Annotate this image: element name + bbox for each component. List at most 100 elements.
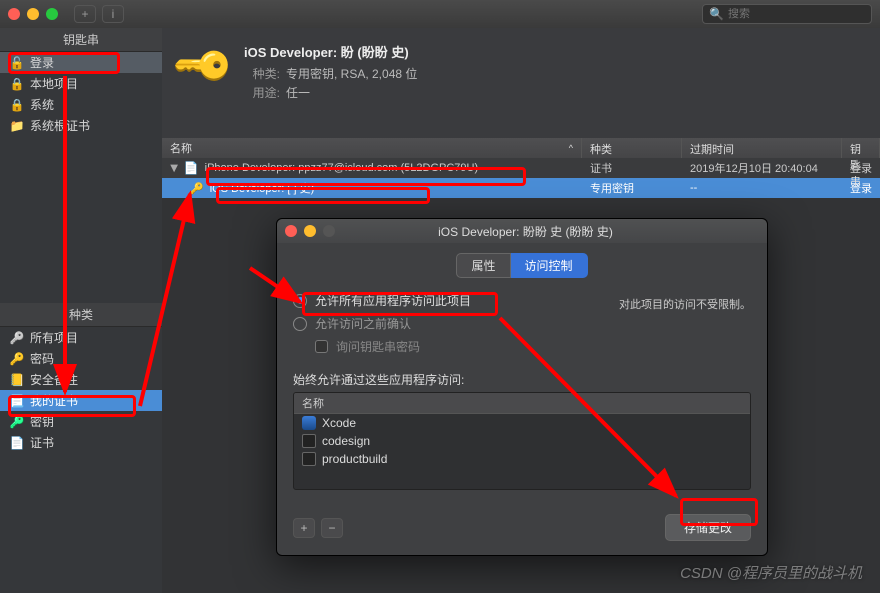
app-name: Xcode	[322, 416, 356, 430]
certificates-icon	[10, 436, 24, 450]
applist-header: 名称	[294, 393, 750, 414]
close-icon[interactable]	[8, 8, 20, 20]
checkbox-askpw[interactable]: 询问钥匙串密码	[315, 338, 751, 355]
radio-icon	[293, 317, 307, 331]
cell-name: iPhone Developer: ppzz77@icloud.com (5L2…	[205, 162, 478, 174]
key-large-icon: 🔑	[170, 32, 238, 100]
detail-text: iOS Developer: 盼 (盼盼 史) 种类: 专用密钥, RSA, 2,…	[244, 42, 417, 103]
sidebar-item-login[interactable]: 登录	[0, 52, 162, 73]
sidebar-item-local[interactable]: 本地项目	[0, 73, 162, 94]
minimize-icon[interactable]	[27, 8, 39, 20]
checkbox-label: 询问钥匙串密码	[336, 338, 420, 355]
sidebar-header-keychains: 钥匙串	[0, 28, 162, 52]
detail-kind-label: 种类:	[244, 65, 280, 82]
allitems-icon	[10, 331, 24, 345]
key-icon	[10, 415, 24, 429]
dialog-title: iOS Developer: 盼盼 史 (盼盼 史)	[292, 223, 759, 240]
sidebar-item-label: 系统	[30, 96, 54, 113]
sidebar-cat-mycerts[interactable]: 我的证书	[0, 390, 162, 411]
th-name[interactable]: 名称^	[162, 138, 582, 158]
sidebar-item-systemroot[interactable]: 系统根证书	[0, 115, 162, 136]
table-header: 名称^ 种类 过期时间 钥匙串	[162, 138, 880, 158]
cell-kc: 登录	[842, 160, 880, 176]
app-list: 名称 Xcode codesign productbuild	[293, 392, 751, 490]
sort-asc-icon: ^	[569, 143, 573, 153]
key-icon	[190, 182, 204, 195]
sidebar-item-system[interactable]: 系统	[0, 94, 162, 115]
app-row[interactable]: Xcode	[294, 414, 750, 432]
folder-icon	[10, 119, 24, 133]
sidebar-item-label: 所有项目	[30, 329, 78, 346]
cell-kc: 登录	[842, 180, 880, 196]
search-input[interactable]: 🔍	[702, 4, 872, 24]
add-app-button[interactable]: +	[293, 518, 315, 538]
radio-allow-all[interactable]: 允许所有应用程序访问此项目	[293, 292, 471, 309]
sidebar-item-label: 证书	[30, 434, 54, 451]
radio-label: 允许所有应用程序访问此项目	[315, 292, 471, 309]
sidebar-header-category: 种类	[0, 303, 162, 327]
remove-app-button[interactable]: −	[321, 518, 343, 538]
dialog-tabs: 属性 访问控制	[293, 253, 751, 278]
search-icon: 🔍	[709, 7, 724, 21]
radio-label: 允许访问之前确认	[315, 315, 411, 332]
detail-kind-value: 专用密钥, RSA, 2,048 位	[286, 65, 417, 82]
zoom-icon[interactable]	[46, 8, 58, 20]
detail-pane: 🔑 iOS Developer: 盼 (盼盼 史) 种类: 专用密钥, RSA, …	[162, 28, 880, 138]
certificate-icon	[184, 161, 199, 175]
cell-name: iOS Developer: [ ] 史)	[210, 180, 315, 196]
sidebar-cat-keys[interactable]: 密钥	[0, 411, 162, 432]
sidebar-cat-all[interactable]: 所有项目	[0, 327, 162, 348]
app-name: codesign	[322, 434, 370, 448]
lock-open-icon	[10, 56, 24, 70]
titlebar: + i 🔍	[0, 0, 880, 28]
access-control-dialog: iOS Developer: 盼盼 史 (盼盼 史) 属性 访问控制 允许所有应…	[276, 218, 768, 556]
disclosure-open-icon[interactable]: ▶	[168, 164, 179, 172]
detail-use-value: 任一	[286, 84, 310, 101]
sidebar-cat-passwords[interactable]: 密码	[0, 348, 162, 369]
cell-exp: 2019年12月10日 20:40:04	[682, 160, 842, 176]
sidebar: 钥匙串 登录 本地项目 系统 系统根证书 种类 所有项目 密码 安全备注 我的证…	[0, 28, 162, 593]
window-traffic-lights	[8, 8, 58, 20]
th-kind[interactable]: 种类	[582, 138, 682, 158]
sidebar-cat-notes[interactable]: 安全备注	[0, 369, 162, 390]
cell-kind: 证书	[582, 160, 682, 176]
exec-icon	[302, 434, 316, 448]
watermark: CSDN @程序员里的战斗机	[680, 562, 862, 583]
always-allow-label: 始终允许通过这些应用程序访问:	[293, 371, 751, 388]
note-icon	[10, 373, 24, 387]
sidebar-item-label: 本地项目	[30, 75, 78, 92]
sidebar-cat-certs[interactable]: 证书	[0, 432, 162, 453]
password-icon	[10, 352, 24, 366]
th-expires[interactable]: 过期时间	[682, 138, 842, 158]
certificate-icon	[10, 394, 24, 408]
save-changes-button[interactable]: 存储更改	[665, 514, 751, 541]
app-name: productbuild	[322, 452, 387, 466]
search-field[interactable]	[728, 8, 870, 20]
dialog-titlebar: iOS Developer: 盼盼 史 (盼盼 史)	[277, 219, 767, 243]
cell-kind: 专用密钥	[582, 180, 682, 196]
tab-access-control[interactable]: 访问控制	[511, 253, 588, 278]
radio-icon	[293, 294, 307, 308]
dialog-footer: + − 存储更改	[277, 514, 767, 555]
lock-closed-icon	[10, 77, 24, 91]
dialog-body: 属性 访问控制 允许所有应用程序访问此项目 对此项目的访问不受限制。 允许访问之…	[277, 243, 767, 514]
detail-use-label: 用途:	[244, 84, 280, 101]
checkbox-icon	[315, 340, 328, 353]
app-row[interactable]: productbuild	[294, 450, 750, 468]
add-button[interactable]: +	[74, 5, 96, 23]
lock-closed-icon	[10, 98, 24, 112]
table-row[interactable]: iOS Developer: [ ] 史) 专用密钥 -- 登录	[162, 178, 880, 198]
exec-icon	[302, 452, 316, 466]
sidebar-item-label: 密码	[30, 350, 54, 367]
info-button[interactable]: i	[102, 5, 124, 23]
sidebar-item-label: 登录	[30, 54, 54, 71]
sidebar-item-label: 安全备注	[30, 371, 78, 388]
access-note: 对此项目的访问不受限制。	[619, 296, 751, 312]
table-row[interactable]: ▶ iPhone Developer: ppzz77@icloud.com (5L…	[162, 158, 880, 178]
radio-confirm[interactable]: 允许访问之前确认	[293, 315, 751, 332]
detail-title: iOS Developer: 盼 (盼盼 史)	[244, 42, 417, 61]
xcode-icon	[302, 416, 316, 430]
app-row[interactable]: codesign	[294, 432, 750, 450]
tab-attributes[interactable]: 属性	[456, 253, 510, 278]
th-keychain[interactable]: 钥匙串	[842, 138, 880, 158]
